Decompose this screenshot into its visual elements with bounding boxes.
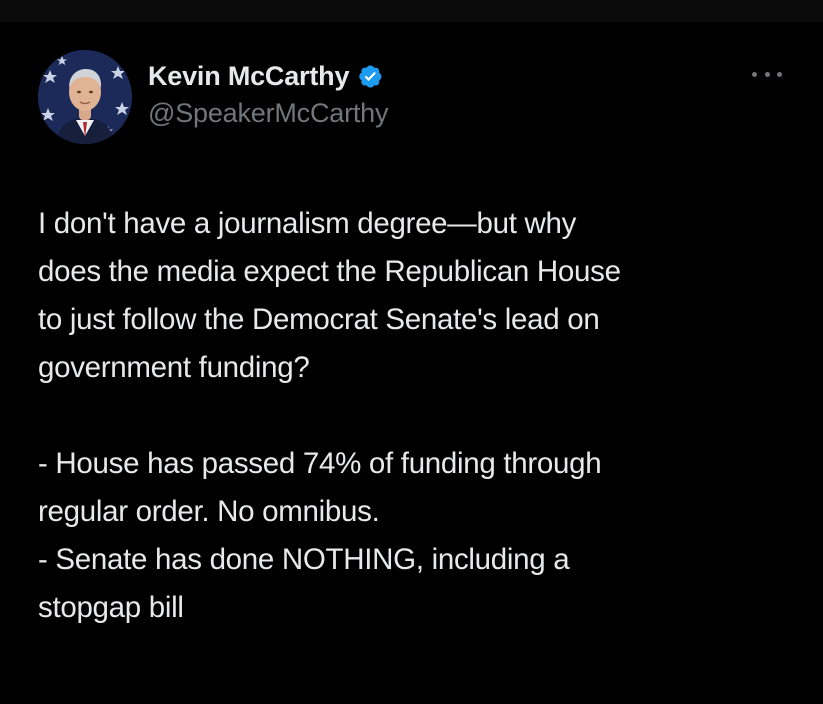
avatar-image (38, 50, 132, 144)
more-dot (752, 71, 757, 77)
avatar[interactable] (38, 50, 132, 144)
more-options-icon[interactable] (752, 66, 782, 82)
tweet-text-line: to just follow the Democrat Senate's lea… (38, 303, 600, 336)
author-block: Kevin McCarthy @SpeakerMcCarthy (148, 58, 388, 129)
tweet-text-line: government funding? (38, 351, 310, 384)
tweet-card: Kevin McCarthy @SpeakerMcCarthy I don't … (0, 22, 823, 704)
tweet-text-line: regular order. No omnibus. (38, 495, 380, 528)
name-row: Kevin McCarthy (148, 58, 388, 94)
display-name[interactable]: Kevin McCarthy (148, 61, 349, 92)
handle[interactable]: @SpeakerMcCarthy (148, 98, 388, 129)
tweet-text: I don't have a journalism degree—but why… (38, 200, 798, 632)
tweet-text-line: stopgap bill (38, 591, 184, 624)
verified-badge-icon[interactable] (357, 63, 383, 89)
tweet-text-line: does the media expect the Republican Hou… (38, 255, 621, 288)
tweet-text-line: - Senate has done NOTHING, including a (38, 543, 570, 576)
tweet-text-line: - House has passed 74% of funding throug… (38, 447, 602, 480)
more-dot (764, 71, 770, 77)
more-dot (777, 71, 782, 77)
top-strip (0, 0, 823, 22)
tweet-text-line: I don't have a journalism degree—but why (38, 207, 577, 240)
